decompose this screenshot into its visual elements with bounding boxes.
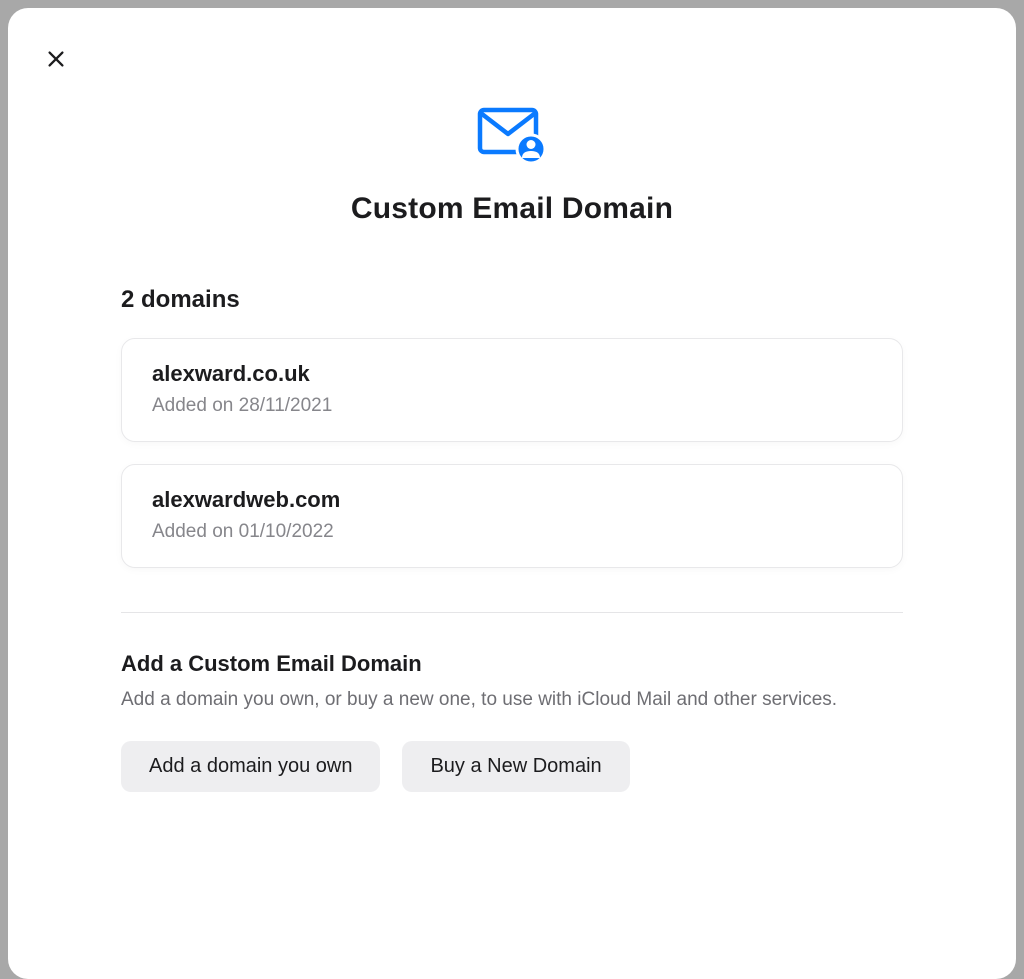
domain-name: alexward.co.uk xyxy=(152,361,872,387)
domain-count-heading: 2 domains xyxy=(121,286,903,314)
section-divider xyxy=(121,612,903,613)
domain-name: alexwardweb.com xyxy=(152,487,872,513)
add-domain-buttons: Add a domain you own Buy a New Domain xyxy=(121,741,903,792)
domain-added-date: Added on 01/10/2022 xyxy=(152,521,872,543)
add-domain-title: Add a Custom Email Domain xyxy=(121,651,903,677)
mail-person-icon xyxy=(28,106,996,164)
page-title: Custom Email Domain xyxy=(28,192,996,226)
domain-card[interactable]: alexward.co.uk Added on 28/11/2021 xyxy=(121,338,903,442)
domain-card[interactable]: alexwardweb.com Added on 01/10/2022 xyxy=(121,464,903,568)
close-button[interactable] xyxy=(42,46,70,74)
add-domain-description: Add a domain you own, or buy a new one, … xyxy=(121,689,903,711)
buy-new-domain-button[interactable]: Buy a New Domain xyxy=(402,741,629,792)
add-own-domain-button[interactable]: Add a domain you own xyxy=(121,741,380,792)
domain-added-date: Added on 28/11/2021 xyxy=(152,395,872,417)
close-icon xyxy=(45,48,67,73)
custom-email-domain-modal: Custom Email Domain 2 domains alexward.c… xyxy=(8,8,1016,979)
content-area: 2 domains alexward.co.uk Added on 28/11/… xyxy=(121,286,903,792)
